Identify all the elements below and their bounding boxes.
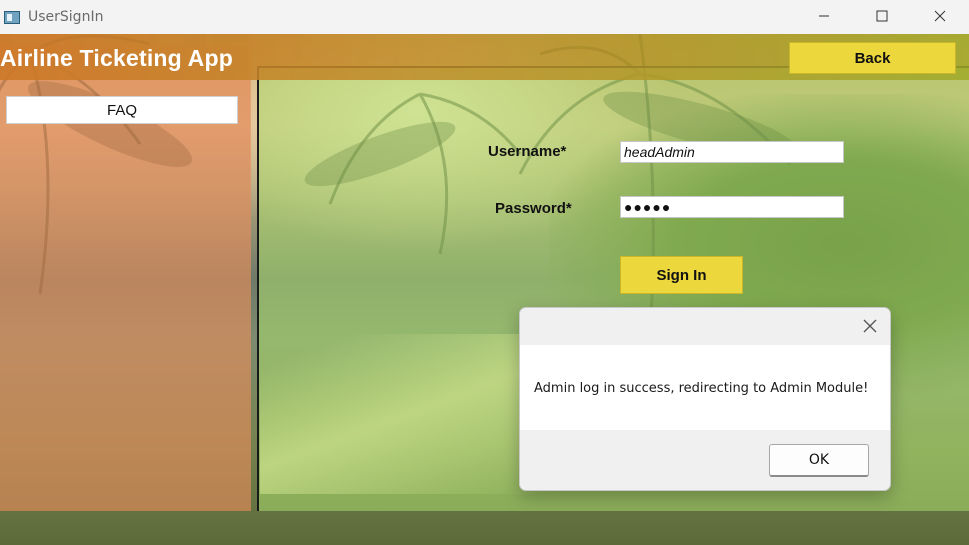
dialog-message: Admin log in success, redirecting to Adm… [534,381,869,396]
password-label: Password* [495,200,572,217]
ok-button[interactable]: OK [769,444,869,477]
back-button[interactable]: Back [789,42,956,74]
dialog-body: Admin log in success, redirecting to Adm… [520,345,890,430]
faq-button[interactable]: FAQ [6,96,238,124]
close-icon[interactable] [862,318,878,334]
close-icon [934,10,946,22]
dialog-header [520,308,890,345]
close-button[interactable] [911,0,969,32]
window-title: UserSignIn [28,9,104,25]
maximize-icon [876,10,888,22]
app-title: Airline Ticketing App [0,45,233,71]
password-field[interactable]: ●●●●● [620,196,844,218]
username-label: Username* [488,143,567,160]
username-field[interactable]: headAdmin [620,141,844,163]
sign-in-button[interactable]: Sign In [620,256,743,294]
message-dialog: Admin log in success, redirecting to Adm… [519,307,891,491]
minimize-icon [819,15,829,17]
maximize-button[interactable] [853,0,911,32]
window-controls [795,0,969,34]
minimize-button[interactable] [795,0,853,32]
window-titlebar: UserSignIn [0,0,969,34]
app-window-icon [4,10,20,24]
